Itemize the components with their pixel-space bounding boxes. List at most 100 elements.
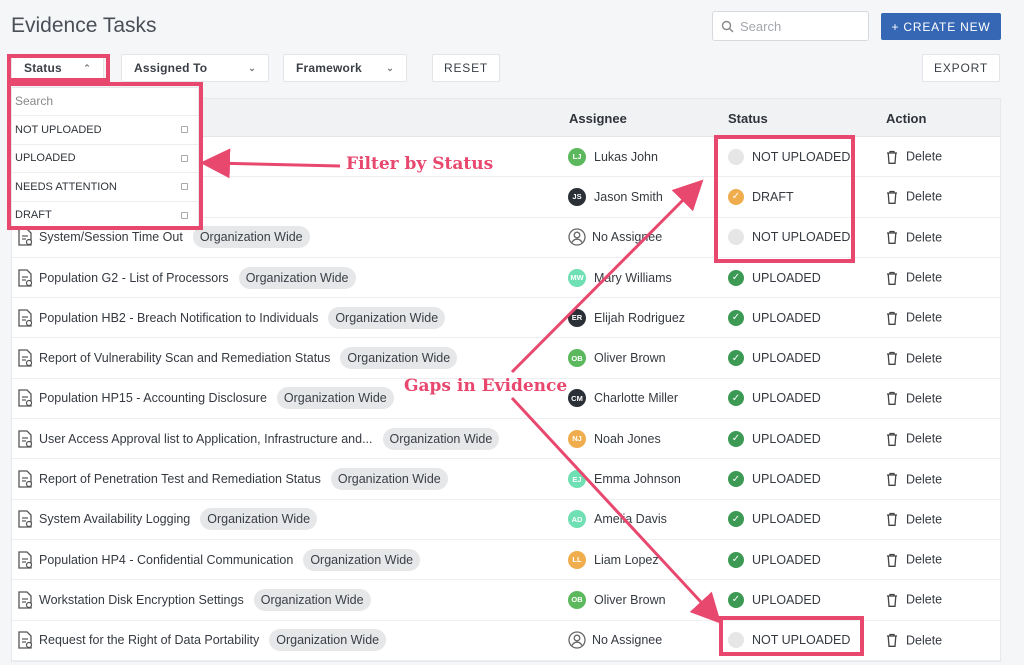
assignee-cell[interactable]: CM Charlotte Miller (568, 389, 678, 408)
task-cell[interactable]: Population HB2 - Breach Notification to … (39, 306, 446, 329)
table-row[interactable]: User Access Approval list to Application… (12, 419, 1000, 460)
option-label: NOT UPLOADED (15, 123, 102, 136)
task-name[interactable]: System/Session Time Out (39, 230, 183, 244)
document-icon (18, 591, 33, 609)
task-cell[interactable]: Population HP15 - Accounting Disclosure O… (39, 387, 394, 410)
status-filter-label: Status (24, 61, 62, 75)
delete-button[interactable]: Delete (885, 512, 942, 527)
status-check-icon: ✓ (728, 551, 744, 568)
task-name[interactable]: Population G2 - List of Processors (39, 271, 229, 285)
delete-button[interactable]: Delete (885, 552, 942, 567)
status-check-icon (728, 632, 744, 649)
checkbox[interactable] (181, 183, 188, 191)
status-cell: ✓ UPLOADED (728, 430, 821, 447)
delete-button[interactable]: Delete (885, 431, 942, 446)
status-check-icon: ✓ (728, 188, 744, 205)
task-cell[interactable]: Population HP4 - Confidential Communicat… (39, 548, 421, 571)
task-cell[interactable]: Report of Penetration Test and Remediati… (39, 468, 448, 491)
table-row[interactable]: Population HP4 - Confidential Communicat… (12, 540, 1000, 581)
page-title: Evidence Tasks (11, 14, 157, 37)
assignee-cell[interactable]: No Assignee (568, 228, 662, 246)
assigned-to-label: Assigned To (134, 61, 208, 75)
dropdown-option-draft[interactable]: DRAFT (12, 202, 198, 230)
status-check-icon: ✓ (728, 309, 744, 326)
export-button[interactable]: EXPORT (922, 54, 1000, 82)
task-cell[interactable]: User Access Approval list to Application… (39, 427, 500, 450)
task-name[interactable]: Report of Penetration Test and Remediati… (39, 472, 321, 486)
checkbox[interactable] (181, 154, 188, 162)
dropdown-option-uploaded[interactable]: UPLOADED (12, 145, 198, 173)
task-cell[interactable]: Workstation Disk Encryption Settings Orga… (39, 588, 371, 611)
delete-button[interactable]: Delete (885, 391, 942, 406)
document-icon (18, 430, 33, 448)
table-row[interactable]: Population G2 - List of Processors Organi… (12, 258, 1000, 299)
assignee-cell[interactable]: No Assignee (568, 631, 662, 649)
task-cell[interactable]: System Availability Logging Organization … (39, 508, 318, 531)
task-name[interactable]: Report of Vulnerability Scan and Remedia… (39, 351, 330, 365)
task-name[interactable]: Population HP4 - Confidential Communicat… (39, 553, 293, 567)
task-name[interactable]: User Access Approval list to Application… (39, 432, 373, 446)
assignee-cell[interactable]: AD Amelia Davis (568, 510, 667, 529)
delete-button[interactable]: Delete (885, 189, 942, 204)
assignee-cell[interactable]: OB Oliver Brown (568, 590, 666, 609)
delete-button[interactable]: Delete (885, 270, 942, 285)
assigned-to-filter[interactable]: Assigned To ⌄ (121, 54, 269, 82)
table-row[interactable]: System Availability Logging Organization … (12, 500, 1000, 540)
annotation-filter-by-status: Filter by Status (346, 154, 494, 174)
task-cell[interactable]: Population G2 - List of Processors Organi… (39, 266, 356, 289)
checkbox[interactable] (181, 211, 188, 219)
checkbox[interactable] (181, 126, 188, 134)
status-check-icon: ✓ (728, 591, 744, 608)
delete-button[interactable]: Delete (885, 230, 942, 245)
create-new-button[interactable]: + CREATE NEW (881, 13, 1001, 40)
status-dropdown: Search NOT UPLOADED UPLOADED NEEDS ATTEN… (11, 87, 199, 230)
table-row[interactable]: Population HB2 - Breach Notification to … (12, 298, 1000, 339)
assignee-cell[interactable]: EJ Emma Johnson (568, 470, 681, 489)
dropdown-search-input[interactable]: Search (12, 88, 198, 116)
assignee-name: Lukas John (594, 149, 658, 164)
search-box[interactable] (712, 11, 869, 41)
search-input[interactable] (740, 18, 860, 34)
table-row[interactable]: Report of Penetration Test and Remediati… (12, 459, 1000, 500)
delete-label: Delete (906, 472, 943, 487)
task-name[interactable]: Request for the Right of Data Portabilit… (39, 633, 259, 647)
table-row[interactable]: Report of Vulnerability Scan and Remedia… (12, 338, 1000, 379)
task-cell[interactable]: Report of Vulnerability Scan and Remedia… (39, 347, 458, 370)
task-name[interactable]: System Availability Logging (39, 512, 190, 526)
assignee-cell[interactable]: LJ Lukas John (568, 147, 658, 166)
framework-filter[interactable]: Framework ⌄ (283, 54, 407, 82)
delete-button[interactable]: Delete (885, 351, 942, 366)
assignee-name: Liam Lopez (594, 552, 659, 567)
delete-button[interactable]: Delete (885, 592, 942, 607)
dropdown-option-not-uploaded[interactable]: NOT UPLOADED (12, 116, 198, 145)
table-row[interactable]: Request for the Right of Data Portabilit… (12, 621, 1000, 661)
assignee-cell[interactable]: JS Jason Smith (568, 187, 663, 206)
trash-icon (887, 432, 897, 446)
delete-button[interactable]: Delete (885, 472, 942, 487)
assignee-cell[interactable]: LL Liam Lopez (568, 550, 659, 569)
task-name[interactable]: Workstation Disk Encryption Settings (39, 593, 244, 607)
assignee-cell[interactable]: MW Mary Williams (568, 268, 672, 287)
option-label: UPLOADED (15, 152, 76, 165)
scope-tag: Organization Wide (238, 266, 356, 289)
delete-button[interactable]: Delete (885, 310, 942, 325)
column-header-assignee[interactable]: Assignee (569, 111, 627, 126)
document-icon (18, 228, 33, 246)
reset-button[interactable]: RESET (432, 54, 500, 82)
task-name[interactable]: Population HB2 - Breach Notification to … (39, 311, 318, 325)
task-name[interactable]: Population HP15 - Accounting Disclosure (39, 391, 267, 405)
delete-button[interactable]: Delete (885, 633, 942, 648)
task-cell[interactable]: Request for the Right of Data Portabilit… (39, 629, 387, 652)
trash-icon (887, 311, 897, 325)
status-filter[interactable]: Status ⌃ (11, 54, 104, 82)
delete-button[interactable]: Delete (885, 149, 942, 164)
status-label: UPLOADED (752, 552, 821, 567)
assignee-cell[interactable]: ER Elijah Rodriguez (568, 308, 685, 327)
assignee-cell[interactable]: OB Oliver Brown (568, 349, 666, 368)
table-row[interactable]: Workstation Disk Encryption Settings Orga… (12, 580, 1000, 621)
status-label: UPLOADED (752, 512, 821, 527)
assignee-name: No Assignee (592, 230, 663, 245)
assignee-cell[interactable]: NJ Noah Jones (568, 429, 661, 448)
column-header-status[interactable]: Status (728, 111, 768, 126)
dropdown-option-needs-attention[interactable]: NEEDS ATTENTION (12, 173, 198, 202)
